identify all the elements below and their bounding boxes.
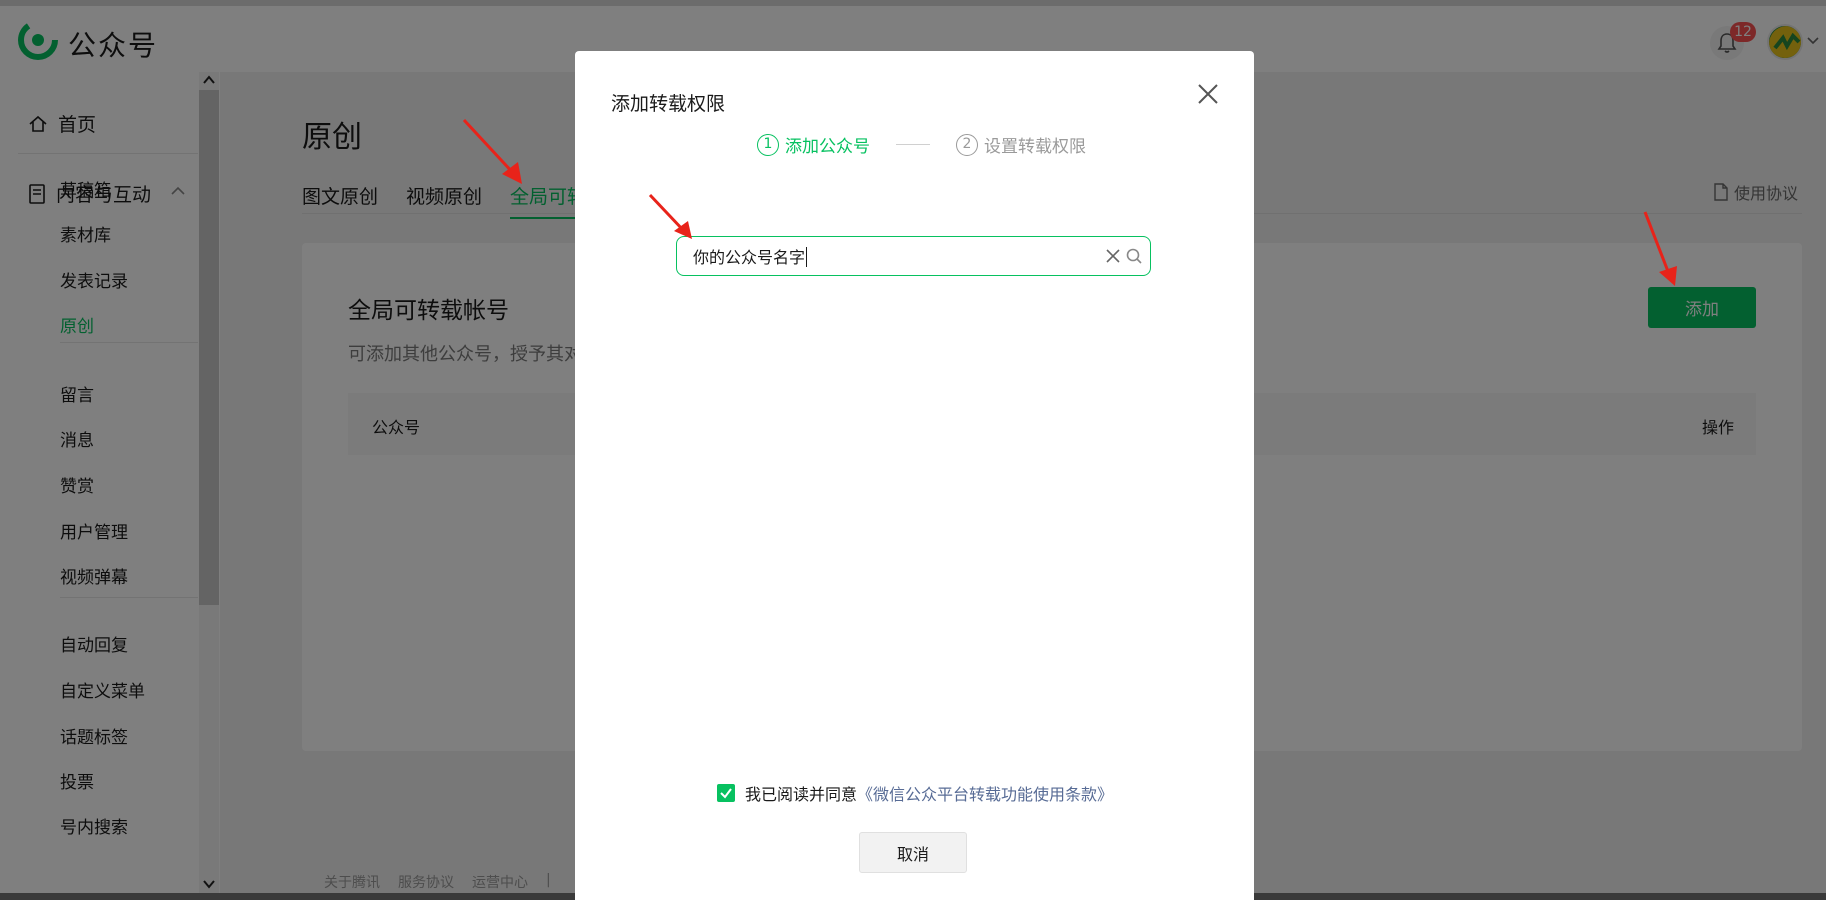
step-1: 1 添加公众号 xyxy=(757,132,870,157)
cancel-button[interactable]: 取消 xyxy=(859,832,967,873)
agreement-checkbox[interactable] xyxy=(717,784,735,802)
dialog-title: 添加转载权限 xyxy=(611,93,726,115)
account-search-box[interactable] xyxy=(676,236,1151,276)
step-2-label: 设置转载权限 xyxy=(984,137,1086,157)
terms-link[interactable]: 《微信公众平台转载功能使用条款》 xyxy=(857,785,1113,804)
step-2: 2 设置转载权限 xyxy=(956,132,1086,157)
text-cursor xyxy=(806,247,807,267)
step-indicator: 1 添加公众号 2 设置转载权限 xyxy=(757,132,1086,157)
add-repost-permission-dialog: 添加转载权限 1 添加公众号 2 设置转载权限 我已阅读并同意《微信公众平 xyxy=(575,51,1254,900)
step-2-number: 2 xyxy=(956,133,978,156)
step-connector xyxy=(896,144,930,145)
annotation-arrow-icon xyxy=(648,193,692,239)
step-1-number: 1 xyxy=(757,133,779,156)
account-search-input[interactable] xyxy=(693,245,1073,267)
agreement-row: 我已阅读并同意《微信公众平台转载功能使用条款》 xyxy=(717,781,1113,805)
annotation-arrow-icon xyxy=(462,118,522,184)
search-icon[interactable] xyxy=(1125,247,1143,265)
agreement-text: 我已阅读并同意 xyxy=(745,785,858,804)
annotation-arrow-icon xyxy=(1643,211,1677,286)
clear-icon[interactable] xyxy=(1105,248,1121,264)
step-1-label: 添加公众号 xyxy=(785,137,870,157)
checkmark-icon xyxy=(720,788,732,799)
close-icon[interactable] xyxy=(1193,79,1223,109)
